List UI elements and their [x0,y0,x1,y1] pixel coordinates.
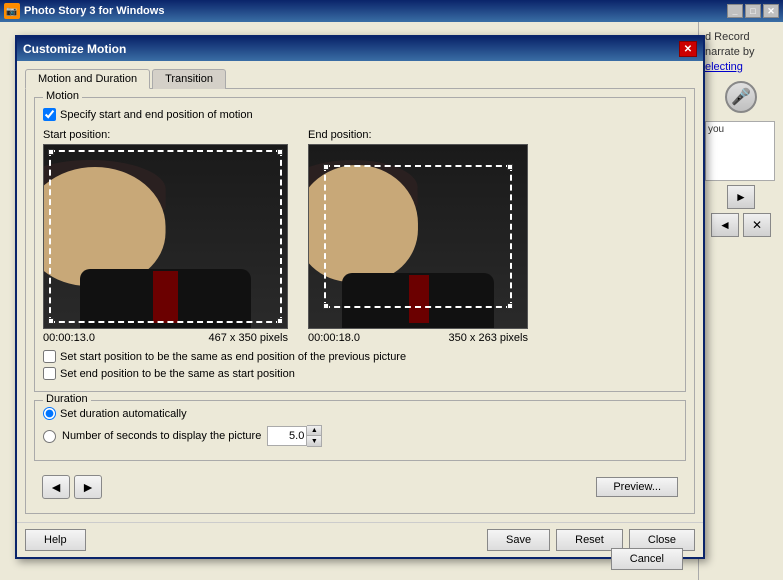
start-pixels: 467 x 350 pixels [209,332,289,344]
same-as-start-checkbox[interactable] [43,367,56,380]
auto-duration-label: Set duration automatically [60,408,187,420]
start-position-label: Start position: [43,129,288,141]
specify-checkbox-row: Specify start and end position of motion [43,108,677,121]
specify-checkbox-label: Specify start and end position of motion [60,109,253,121]
end-person-image [309,145,527,328]
right-text2: narrate by [705,45,777,60]
right-link[interactable]: electing [705,61,777,73]
bg-titlebar: 📷 Photo Story 3 for Windows _ □ ✕ [0,0,783,22]
auto-radio-row: Set duration automatically [43,407,677,420]
same-as-prev-label: Set start position to be the same as end… [60,351,406,363]
cancel-button[interactable]: Cancel [611,548,683,570]
seconds-duration-radio[interactable] [43,430,56,443]
seconds-radio-row: Number of seconds to display the picture… [43,425,677,447]
nav-buttons: ► [705,185,777,209]
auto-duration-radio[interactable] [43,407,56,420]
spinner-up-btn[interactable]: ▲ [307,426,321,436]
minimize-btn[interactable]: _ [727,4,743,18]
start-image-frame[interactable] [43,144,288,329]
dialog-footer: ◄ ► Preview... [34,469,686,505]
nav-buttons-2: ◄ ✕ [705,213,777,237]
prev-arrow-btn[interactable]: ◄ [42,475,70,499]
spinner-arrows: ▲ ▼ [307,425,322,447]
tab-transition[interactable]: Transition [152,69,226,89]
save-button[interactable]: Save [487,529,550,551]
dialog-body: Motion and Duration Transition Motion Sp… [17,61,703,522]
maximize-btn[interactable]: □ [745,4,761,18]
dialog-title: Customize Motion [23,42,126,56]
end-time: 00:00:18.0 [308,332,360,344]
start-time-pixels: 00:00:13.0 467 x 350 pixels [43,332,288,344]
nav-x-btn[interactable]: ✕ [743,213,771,237]
duration-spinner[interactable]: ▲ ▼ [267,425,322,447]
dialog-titlebar: Customize Motion ✕ [17,37,703,61]
nav-right-btn[interactable]: ► [727,185,755,209]
preview-button[interactable]: Preview... [596,477,678,497]
dialog-close-button[interactable]: ✕ [679,41,697,57]
same-as-prev-row: Set start position to be the same as end… [43,350,677,363]
same-as-prev-checkbox[interactable] [43,350,56,363]
right-text1: d Record [705,30,777,45]
specify-checkbox[interactable] [43,108,56,121]
spinner-down-btn[interactable]: ▼ [307,436,321,446]
dialog-bottom-bar: Help Save Reset Close [17,522,703,557]
customize-motion-dialog: Customize Motion ✕ Motion and Duration T… [15,35,705,559]
nav-arrows: ◄ ► [42,475,102,499]
same-as-start-label: Set end position to be the same as start… [60,368,295,380]
duration-group-label: Duration [43,393,91,405]
app-icon: 📷 [4,3,20,19]
seconds-duration-label: Number of seconds to display the picture [62,430,261,442]
right-panel: d Record narrate by electing 🎤 you ► ◄ ✕ [698,22,783,580]
end-image-frame[interactable] [308,144,528,329]
end-position-box: End position: [308,129,528,344]
same-as-start-row: Set end position to be the same as start… [43,367,677,380]
text-box: you [705,121,775,181]
start-position-box: Start position: [43,129,288,344]
motion-group-label: Motion [43,90,82,102]
end-pixels: 350 x 263 pixels [449,332,529,344]
duration-input[interactable] [267,426,307,446]
tab-panel-motion: Motion Specify start and end position of… [25,88,695,514]
start-time: 00:00:13.0 [43,332,95,344]
cancel-area: Cancel [611,548,683,570]
bottom-checkboxes: Set start position to be the same as end… [43,350,677,380]
next-arrow-btn[interactable]: ► [74,475,102,499]
duration-group: Duration Set duration automatically Numb… [34,400,686,461]
end-time-pixels: 00:00:18.0 350 x 263 pixels [308,332,528,344]
titlebar-controls: _ □ ✕ [727,4,779,18]
close-bg-btn[interactable]: ✕ [763,4,779,18]
end-position-label: End position: [308,129,528,141]
mic-button[interactable]: 🎤 [725,81,757,113]
bg-window-title: Photo Story 3 for Windows [24,5,164,17]
tab-motion-duration[interactable]: Motion and Duration [25,69,150,89]
nav-left-btn[interactable]: ◄ [711,213,739,237]
motion-group: Motion Specify start and end position of… [34,97,686,392]
tab-bar: Motion and Duration Transition [25,69,695,89]
help-button[interactable]: Help [25,529,86,551]
start-person-image [44,145,287,328]
positions-row: Start position: [43,129,677,344]
